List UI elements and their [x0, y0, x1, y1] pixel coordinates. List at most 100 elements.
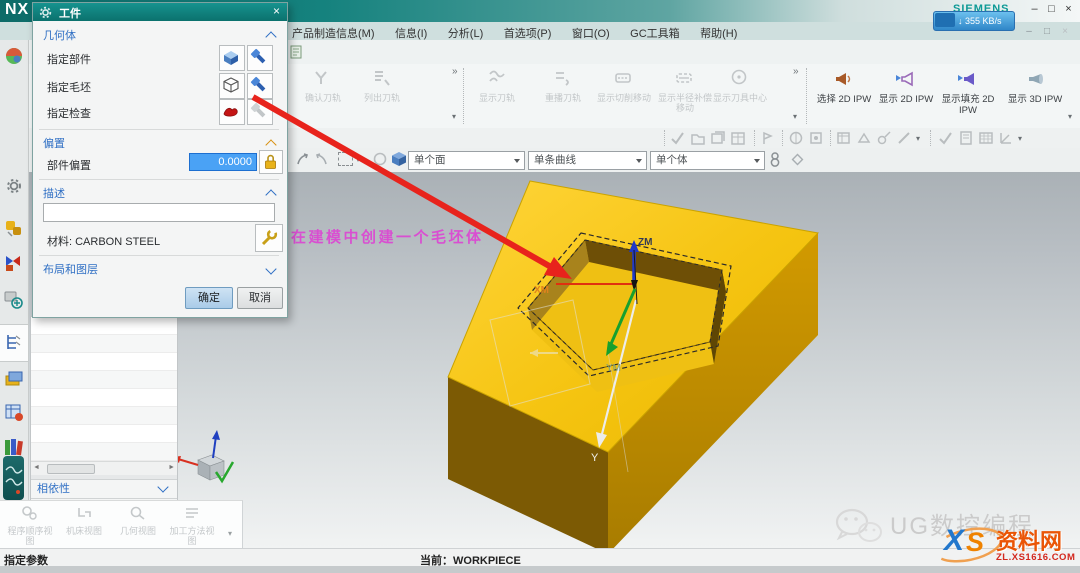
show-toolpath-button[interactable]: 显示刀轨: [468, 68, 526, 103]
mini-check-icon[interactable]: [670, 130, 686, 146]
part-family-icon[interactable]: [4, 402, 24, 422]
chevron-down-icon[interactable]: [265, 263, 276, 274]
navigator-row[interactable]: [31, 371, 177, 389]
show-filled-2d-ipw-button[interactable]: 显示填充 2D IPW: [936, 70, 1000, 117]
menu-window[interactable]: 窗口(O): [572, 25, 610, 41]
replay-toolpath-button[interactable]: 重播刀轨: [534, 68, 592, 103]
cancel-button[interactable]: 取消: [237, 287, 283, 309]
show-tool-center-button[interactable]: 显示刀具中心: [712, 68, 768, 103]
section-layout-layers[interactable]: 布局和图层: [43, 261, 98, 277]
show-blank-button[interactable]: [247, 73, 273, 99]
child-restore-button[interactable]: □: [1040, 26, 1054, 37]
show-3d-ipw-button[interactable]: 显示 3D IPW: [1004, 70, 1066, 106]
part-offset-input[interactable]: 0.0000: [189, 153, 257, 171]
menu-help[interactable]: 帮助(H): [700, 25, 737, 41]
mini-caret2[interactable]: ▾: [1018, 134, 1022, 143]
select-2d-ipw-button[interactable]: 选择 2D IPW: [814, 70, 874, 106]
specify-blank-button[interactable]: [219, 73, 245, 99]
marquee-select-icon[interactable]: [338, 152, 353, 166]
operation-navigator-panel[interactable]: ◄ ► 相依性 细节: [30, 316, 178, 504]
network-speed-badge[interactable]: ↓ 355 KB/s: [933, 11, 1015, 31]
solid-body-icon[interactable]: [390, 150, 408, 168]
chevron-down-icon[interactable]: [157, 481, 168, 492]
process-assistant-icon[interactable]: [4, 290, 24, 310]
scope-dropdown-3[interactable]: 单个体: [650, 151, 765, 170]
offset-lock-button[interactable]: [259, 150, 283, 174]
assembly-sphere-icon[interactable]: [4, 46, 24, 66]
document-icon[interactable]: [288, 44, 304, 60]
snap-point-icon[interactable]: [768, 151, 782, 167]
highlight-icon[interactable]: [372, 151, 388, 167]
navigator-row[interactable]: [31, 389, 177, 407]
navigator-row[interactable]: [31, 335, 177, 353]
marquee-caret[interactable]: ▾: [356, 155, 360, 164]
show-cut-moves-button[interactable]: 显示切削移动: [596, 68, 652, 103]
specify-part-button[interactable]: [219, 45, 245, 71]
minimize-button[interactable]: –: [1027, 3, 1042, 15]
dialog-close-icon[interactable]: ×: [269, 4, 284, 18]
show-part-button[interactable]: [247, 45, 273, 71]
menu-gc-toolbox[interactable]: GC工具箱: [630, 25, 680, 41]
child-close-button[interactable]: ×: [1058, 26, 1072, 37]
mini-check2-icon[interactable]: [938, 130, 954, 146]
active-navigator-tab[interactable]: [0, 324, 28, 362]
navigator-row[interactable]: [31, 425, 177, 443]
scope-dropdown-1[interactable]: 单个面: [408, 151, 525, 170]
group2-overflow[interactable]: »: [793, 66, 799, 77]
menu-analysis[interactable]: 分析(L): [448, 25, 483, 41]
mini-brush-icon[interactable]: [896, 130, 912, 146]
mini-grid2-icon[interactable]: [978, 130, 994, 146]
dropdown-arrow-icon[interactable]: [514, 159, 520, 163]
scroll-left-arrow[interactable]: ◄: [33, 464, 40, 471]
scrollbar-thumb[interactable]: [47, 464, 95, 474]
library-books-icon[interactable]: [3, 436, 25, 458]
close-button[interactable]: ×: [1061, 3, 1076, 15]
ok-button[interactable]: 确定: [185, 287, 233, 309]
section-offset[interactable]: 偏置: [43, 135, 65, 151]
mini-flag-icon[interactable]: [760, 130, 776, 146]
navigator-section-dependencies[interactable]: 相依性: [31, 479, 177, 498]
tool-library-icon[interactable]: [4, 218, 24, 238]
mini-caret1[interactable]: ▾: [916, 134, 920, 143]
show-check-button[interactable]: [247, 99, 273, 125]
navigator-row[interactable]: [31, 407, 177, 425]
roller-panel-stub[interactable]: [3, 456, 24, 500]
mini-view2-icon[interactable]: [808, 130, 824, 146]
group1-overflow[interactable]: »: [452, 66, 458, 77]
mini-view1-icon[interactable]: [788, 130, 804, 146]
group3-caret[interactable]: ▾: [1068, 112, 1072, 121]
mini-axis-icon[interactable]: [998, 130, 1014, 146]
mini-table2-icon[interactable]: [856, 130, 872, 146]
geometry-view-button[interactable]: 几何视图: [112, 505, 164, 536]
dialog-title-bar[interactable]: 工件 ×: [33, 3, 287, 21]
chevron-up-icon[interactable]: [265, 189, 276, 200]
scroll-right-arrow[interactable]: ►: [168, 464, 175, 471]
navigator-row[interactable]: [31, 317, 177, 335]
dropdown-arrow-icon[interactable]: [636, 159, 642, 163]
menu-information[interactable]: 信息(I): [395, 25, 427, 41]
menu-pmi[interactable]: 产品制造信息(M): [292, 25, 375, 41]
mini-layers-icon[interactable]: [710, 130, 726, 146]
chevron-up-icon[interactable]: [265, 31, 276, 42]
machining-wizard-icon[interactable]: [4, 252, 24, 272]
verify-toolpath-button[interactable]: 确认刀轨: [293, 68, 353, 103]
description-input[interactable]: [43, 203, 275, 222]
mini-grid-icon[interactable]: [730, 130, 746, 146]
child-minimize-button[interactable]: –: [1022, 26, 1036, 37]
section-geometry[interactable]: 几何体: [43, 27, 76, 43]
mini-doc2-icon[interactable]: [958, 130, 974, 146]
section-description[interactable]: 描述: [43, 185, 65, 201]
navigator-row[interactable]: [31, 353, 177, 371]
machine-tool-view-button[interactable]: 机床视图: [58, 505, 110, 536]
machining-method-view-button[interactable]: 加工方法视图: [166, 505, 218, 547]
toolbar-overflow-caret[interactable]: ▾: [228, 529, 232, 538]
mini-table3-icon[interactable]: [876, 130, 892, 146]
restore-button[interactable]: □: [1044, 3, 1059, 15]
mini-folder-icon[interactable]: [690, 130, 706, 146]
list-toolpath-button[interactable]: 列出刀轨: [352, 68, 412, 103]
show-2d-ipw-button[interactable]: 显示 2D IPW: [876, 70, 936, 106]
edit-material-button[interactable]: [255, 224, 283, 252]
specify-check-button[interactable]: [219, 99, 245, 125]
settings-gear-icon[interactable]: [6, 178, 22, 194]
select-arrow-icon[interactable]: [294, 151, 310, 167]
